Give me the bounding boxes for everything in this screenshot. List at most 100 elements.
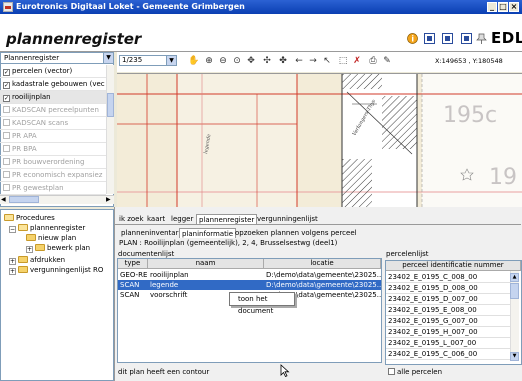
scale-select[interactable]: 1/235 ▼ — [119, 55, 177, 66]
context-menu-item-show-document[interactable]: toon het document — [238, 295, 273, 315]
center-icon[interactable]: ✤ — [278, 56, 288, 66]
tree-item[interactable]: + vergunningenlijst RO — [9, 265, 103, 275]
tree-item[interactable]: − plannenregister — [9, 223, 85, 233]
forward-arrow-icon[interactable]: → — [308, 56, 318, 66]
list-item[interactable]: 23402_E_0195_E_008_00 — [386, 305, 514, 316]
zoom-extent-icon[interactable]: ⊙ — [232, 56, 242, 66]
close-button[interactable]: × — [509, 2, 519, 12]
all-parcels-checkbox[interactable]: alle percelen — [388, 368, 442, 376]
tree-item[interactable]: + bewerk plan — [26, 243, 90, 253]
parcels-scroll-thumb[interactable] — [510, 283, 519, 299]
layer-item[interactable]: PR BPA — [0, 143, 106, 156]
zoom-out-icon[interactable]: ⊖ — [218, 56, 228, 66]
tab-opzoeken-plannen[interactable]: opzoeken plannen volgens perceel — [233, 228, 359, 238]
tree-item[interactable]: nieuw plan — [26, 233, 76, 243]
column-header-naam[interactable]: naam — [148, 259, 264, 269]
folder-icon — [18, 266, 28, 273]
collapse-icon[interactable]: − — [9, 226, 16, 233]
table-cell: D:\demo\data\gemeente\23025... — [266, 281, 381, 289]
identify-icon[interactable]: ⬚ — [338, 56, 348, 66]
scroll-left-icon[interactable]: ◀ — [1, 196, 6, 203]
tab-planinformatie[interactable]: planinformatie — [179, 228, 237, 238]
list-item[interactable]: 23402_E_0195_H_007_00 — [386, 327, 514, 338]
window-layout-icon-2[interactable] — [442, 33, 453, 44]
list-item[interactable]: 23402_E_0195_C_008_00 — [386, 272, 514, 283]
layer-checkbox[interactable]: ✓ — [3, 69, 10, 76]
layer-list-scroll-thumb[interactable] — [107, 93, 114, 117]
measure-icon[interactable]: ✎ — [382, 56, 392, 66]
list-item[interactable]: 23402_E_0195_G_007_00 — [386, 316, 514, 327]
layer-checkbox[interactable] — [3, 158, 10, 165]
scroll-right-icon[interactable]: ▶ — [106, 196, 111, 203]
select-icon[interactable]: ↖ — [322, 56, 332, 66]
layer-label: kadastrale gebouwen (vec — [12, 80, 105, 88]
pan-arrows-icon[interactable]: ✣ — [262, 56, 272, 66]
info-icon[interactable] — [407, 33, 418, 44]
column-header-perceel[interactable]: perceel identificatie nummer — [386, 261, 521, 271]
layer-checkbox[interactable]: ✓ — [3, 82, 10, 89]
clear-icon[interactable]: ✗ — [352, 56, 362, 66]
layer-list-hscroll-thumb[interactable] — [9, 196, 39, 203]
layer-item[interactable]: PR bouwverordening — [0, 156, 106, 169]
back-arrow-icon[interactable]: ← — [294, 56, 304, 66]
list-item[interactable]: 23402_E_0195_D_008_00 — [386, 283, 514, 294]
maximize-button[interactable]: □ — [498, 2, 508, 12]
layer-item[interactable]: KADSCAN scans — [0, 117, 106, 130]
tab-planneninventaris[interactable]: planneninventaris — [119, 228, 186, 238]
expand-icon[interactable]: + — [9, 268, 16, 275]
layer-item[interactable]: ✓ rooilijnplan — [0, 91, 106, 104]
print-icon[interactable]: ⎙ — [368, 56, 378, 66]
zoom-in-icon[interactable]: ⊕ — [204, 56, 214, 66]
layer-checkbox[interactable] — [3, 184, 10, 191]
list-item[interactable]: 23402_E_0195_D_007_00 — [386, 294, 514, 305]
layer-item[interactable]: KADSCAN perceelpunten — [0, 104, 106, 117]
minimize-button[interactable]: _ — [487, 2, 497, 12]
pan-icon[interactable]: ✋ — [188, 56, 199, 66]
scroll-up-icon[interactable]: ▲ — [510, 273, 519, 282]
tab-kaart[interactable]: kaart — [145, 214, 167, 224]
layer-group-select[interactable]: Plannenregister ▼ — [0, 52, 114, 64]
checkbox-icon[interactable] — [388, 368, 395, 375]
window-layout-icon-3[interactable] — [461, 33, 472, 44]
window-layout-icon-1[interactable] — [424, 33, 435, 44]
layer-checkbox[interactable]: ✓ — [3, 95, 10, 102]
tab-plannenregister[interactable]: plannenregister — [196, 214, 258, 224]
tab-vergunningenlijst[interactable]: vergunningenlijst — [255, 214, 320, 224]
chevron-down-icon[interactable]: ▼ — [166, 56, 176, 65]
table-row[interactable]: GEO-REF...rooilijnplan D:\demo\data\gemee… — [118, 270, 381, 280]
chevron-down-icon[interactable]: ▼ — [103, 53, 113, 63]
tab-ik-zoek[interactable]: ik zoek — [117, 214, 146, 224]
full-extent-icon[interactable]: ✥ — [246, 56, 256, 66]
layer-list-scrollbar[interactable] — [106, 65, 114, 194]
layer-checkbox[interactable] — [3, 106, 10, 113]
window-titlebar[interactable]: Eurotronics Digitaal Loket - Gemeente Gr… — [0, 0, 522, 14]
procedure-tree: Procedures − plannenregister nieuw plan + bew… — [0, 209, 114, 381]
layer-item[interactable]: ✓ kadastrale gebouwen (vec — [0, 78, 106, 91]
layer-checkbox[interactable] — [3, 171, 10, 178]
tree-item-label: Procedures — [16, 214, 55, 222]
scroll-down-icon[interactable]: ▼ — [510, 352, 519, 361]
list-item[interactable]: 23402_E_0195_L_007_00 — [386, 338, 514, 349]
layer-item[interactable]: PR economisch expansiez — [0, 169, 106, 182]
table-row[interactable]: SCAN legende D:\demo\data\gemeente\23025..… — [118, 280, 381, 290]
pin-icon[interactable] — [476, 33, 487, 44]
map-canvas[interactable]: Verlangers-Thys legende 195c 19 — [117, 74, 522, 207]
column-header-type[interactable]: type — [118, 259, 148, 269]
expand-icon[interactable]: + — [26, 246, 33, 253]
layer-checkbox[interactable] — [3, 145, 10, 152]
layer-item[interactable]: PR APA — [0, 130, 106, 143]
tree-item[interactable]: Procedures — [4, 213, 55, 223]
layer-checkbox[interactable] — [3, 132, 10, 139]
column-header-locatie[interactable]: locatie — [264, 259, 381, 269]
tab-legger[interactable]: legger — [169, 214, 195, 224]
map-view[interactable]: Verlangers-Thys legende 195c 19 — [117, 73, 522, 207]
documents-section-label: documentenlijst — [118, 250, 175, 258]
layer-item[interactable]: PR gewestplan — [0, 182, 106, 195]
tree-item-label: vergunningenlijst RO — [30, 266, 104, 274]
expand-icon[interactable]: + — [9, 258, 16, 265]
tree-item[interactable]: + afdrukken — [9, 255, 65, 265]
layer-checkbox[interactable] — [3, 119, 10, 126]
layer-label: KADSCAN scans — [12, 119, 69, 127]
list-item[interactable]: 23402_E_0195_C_006_00 — [386, 349, 514, 360]
layer-item[interactable]: ✓ percelen (vector) — [0, 65, 106, 78]
